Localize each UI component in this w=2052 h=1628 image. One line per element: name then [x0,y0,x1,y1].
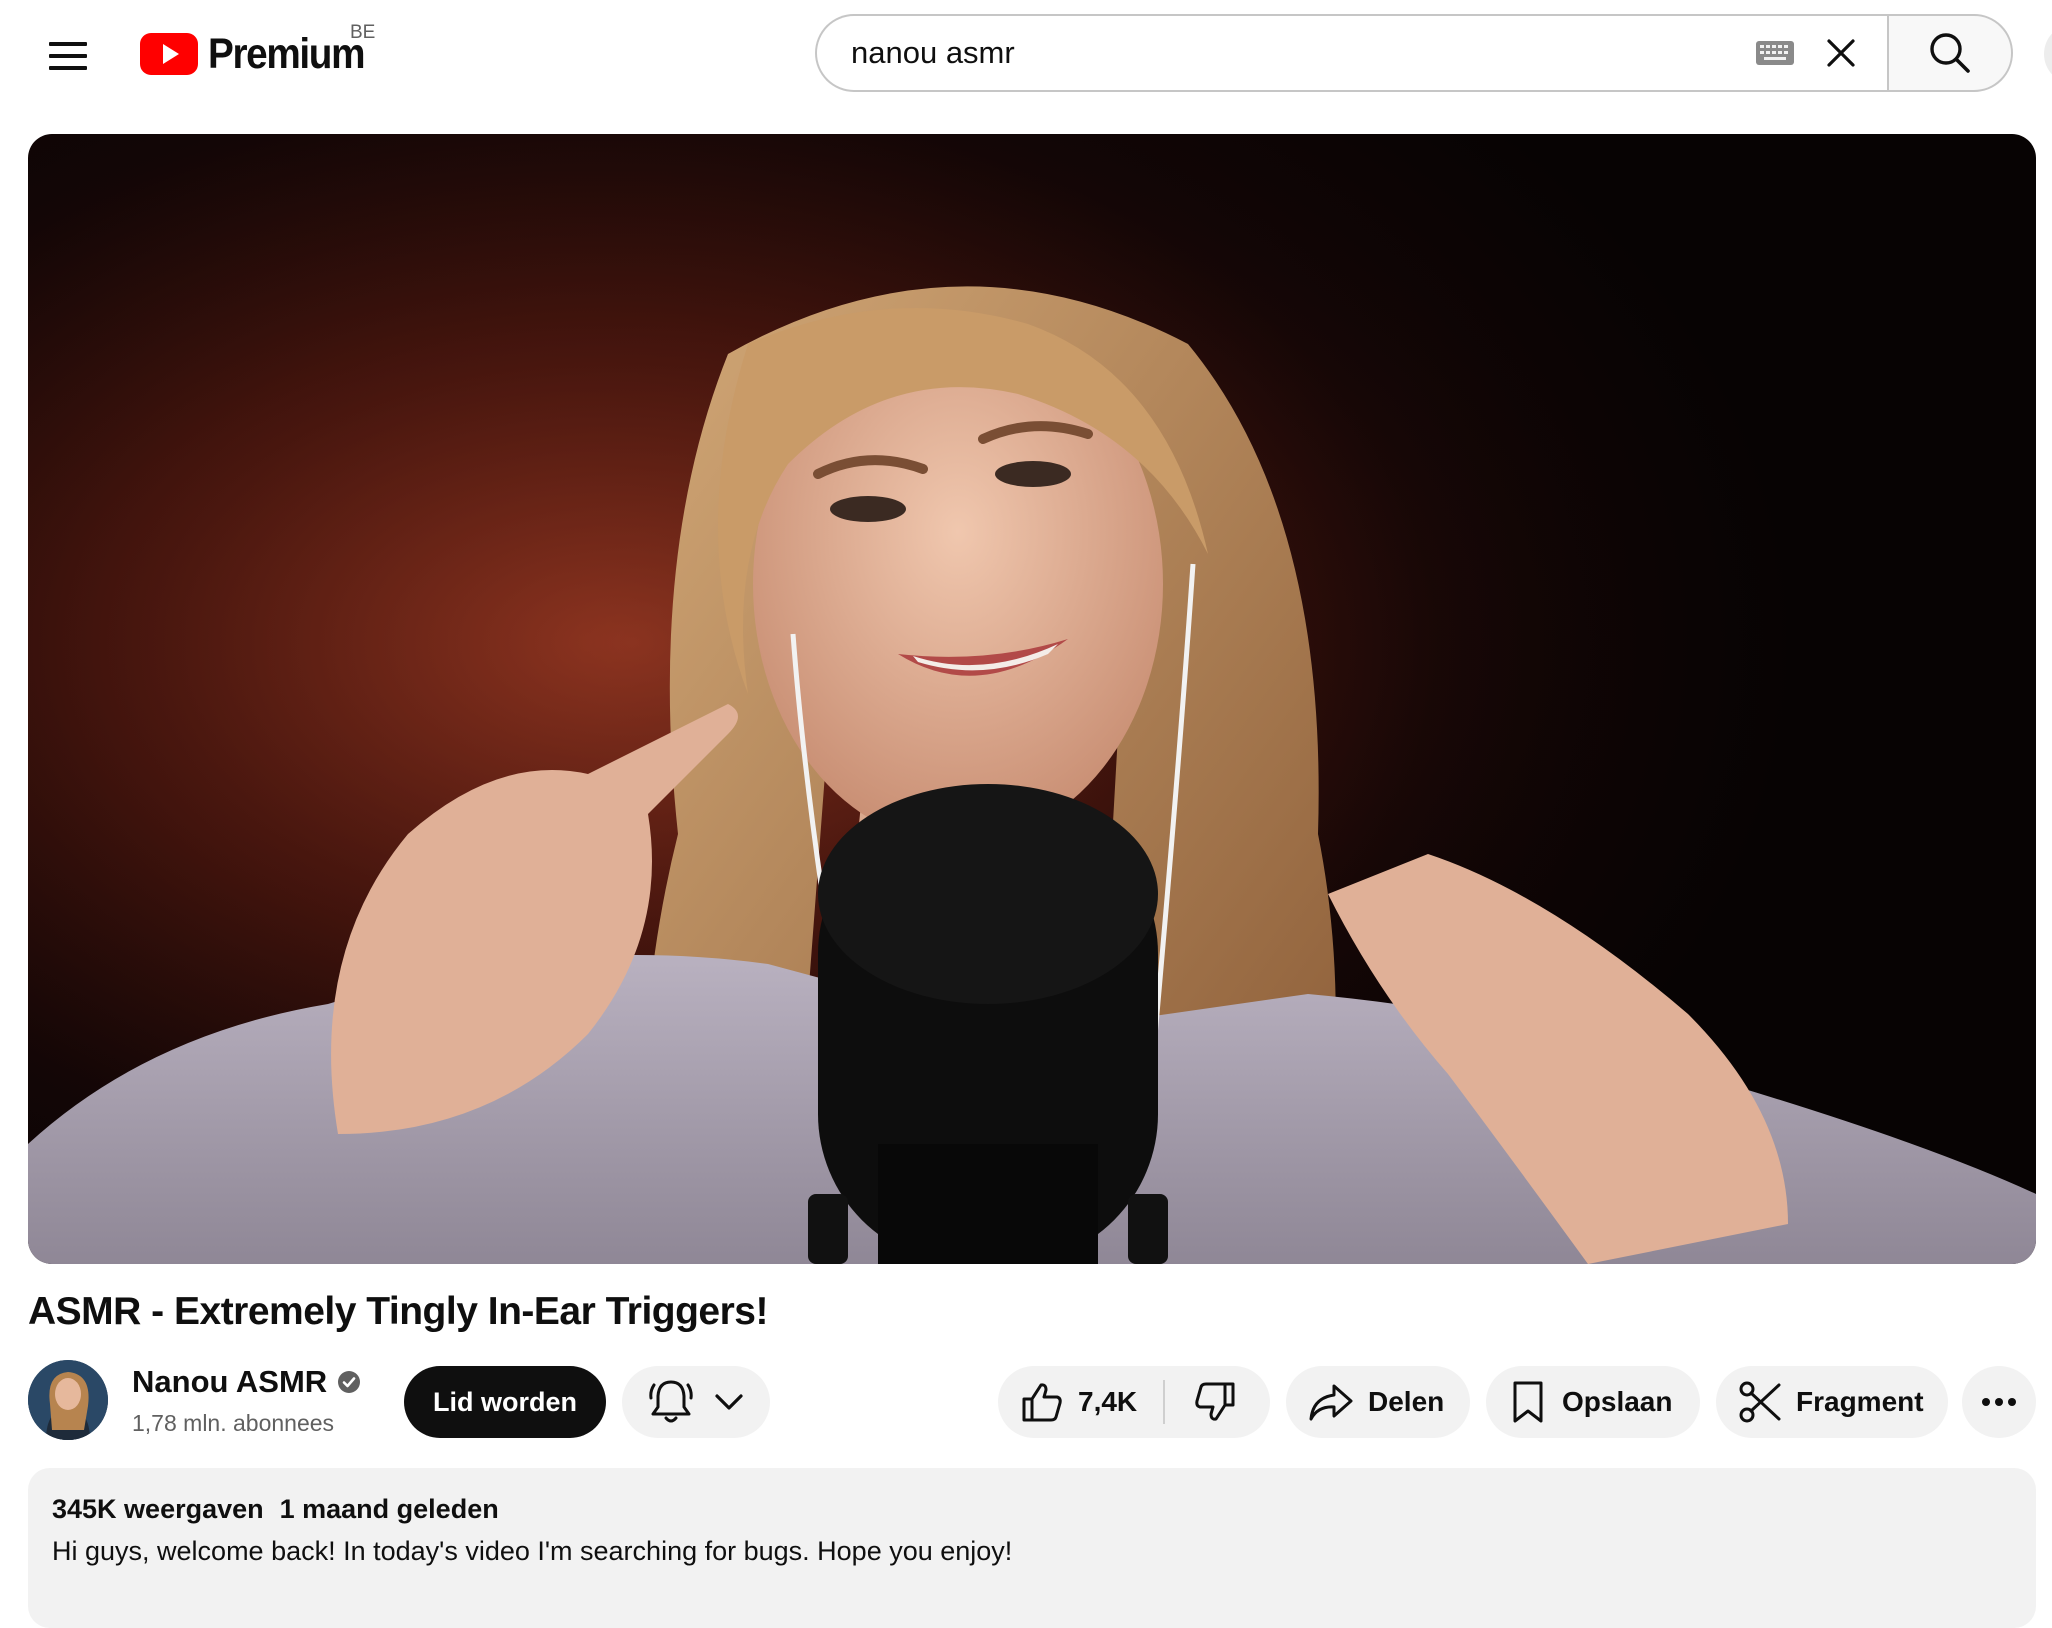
scissors-icon [1739,1381,1781,1423]
search-button[interactable] [1887,14,2013,92]
description-meta: 345K weergaven 1 maand geleden [52,1494,499,1525]
search-bar [815,14,1887,92]
avatar-button-edge[interactable] [2044,24,2052,84]
more-horizontal-icon [1982,1398,2016,1406]
more-actions-button[interactable] [1962,1366,2036,1438]
thumbs-down-icon [1195,1382,1235,1421]
like-dislike-group: 7,4K [998,1366,1270,1438]
video-frame [28,134,2036,1264]
keyboard-icon[interactable] [1755,40,1795,66]
description-box[interactable]: 345K weergaven 1 maand geleden Hi guys, w… [28,1468,2036,1628]
publish-date: 1 maand geleden [279,1494,499,1524]
description-text: Hi guys, welcome back! In today's video … [52,1536,1013,1566]
channel-avatar[interactable] [28,1360,108,1440]
bell-icon [649,1380,693,1423]
dislike-button[interactable] [1165,1366,1265,1438]
country-code: BE [350,22,376,43]
share-label: Delen [1368,1386,1445,1417]
notifications-button[interactable] [622,1366,770,1438]
clip-button[interactable]: Fragment [1716,1366,1948,1438]
youtube-play-logo-icon [140,33,198,75]
bookmark-icon [1513,1381,1543,1423]
search-icon [1930,33,1970,73]
close-icon [1827,39,1855,67]
channel-name[interactable]: Nanou ASMR [132,1364,361,1400]
share-icon [1309,1384,1353,1421]
hamburger-menu-icon [49,42,87,70]
menu-button[interactable] [42,30,94,82]
logo-text: Premium [208,29,366,78]
subscriber-count: 1,78 mln. abonnees [132,1410,335,1436]
view-count: 345K weergaven [52,1494,264,1524]
thumbs-up-icon [1022,1383,1062,1422]
save-label: Opslaan [1562,1386,1673,1417]
join-button[interactable]: Lid worden [404,1366,606,1438]
verified-check-icon [338,1371,361,1393]
youtube-premium-logo[interactable]: Premium [140,26,382,82]
like-button[interactable]: 7,4K [998,1366,1163,1438]
clear-search-button[interactable] [1821,33,1861,73]
chevron-down-icon [715,1394,743,1410]
save-button[interactable]: Opslaan [1486,1366,1700,1438]
channel-name-text: Nanou ASMR [132,1364,328,1399]
share-button[interactable]: Delen [1286,1366,1470,1438]
like-count: 7,4K [1078,1386,1138,1417]
search-input[interactable] [849,34,1755,72]
clip-label: Fragment [1796,1386,1924,1417]
video-player[interactable] [28,134,2036,1264]
video-title: ASMR - Extremely Tingly In-Ear Triggers! [28,1290,768,1333]
channel-avatar-image [28,1360,108,1440]
